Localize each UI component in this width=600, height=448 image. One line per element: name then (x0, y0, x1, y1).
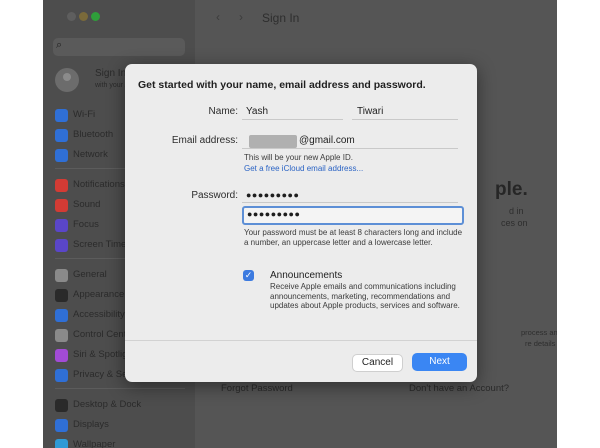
background-text: ces on (501, 218, 528, 228)
sidebar-separator (55, 388, 185, 389)
announcements-description: Receive Apple emails and communications … (270, 282, 460, 311)
last-name-field[interactable]: Tiwari (357, 106, 383, 117)
email-redacted-blur (249, 135, 297, 148)
search-icon: ⌕ (56, 39, 63, 51)
wi-fi-icon (55, 109, 68, 122)
zoom-window-button[interactable] (91, 12, 100, 21)
sound-icon (55, 199, 68, 212)
siri-spotlight-icon (55, 349, 68, 362)
window-title: Sign In (262, 11, 300, 25)
last-name-underline (352, 119, 458, 120)
wallpaper-icon (55, 439, 68, 448)
sidebar-item-label: Wallpaper (73, 439, 116, 448)
password-label: Password: (191, 190, 238, 201)
sidebar-item-label: Sound (73, 199, 101, 210)
forward-icon[interactable]: › (239, 10, 243, 24)
icloud-email-link[interactable]: Get a free iCloud email address... (244, 164, 363, 173)
cancel-button[interactable]: Cancel (352, 354, 403, 372)
screen-time-icon (55, 239, 68, 252)
forgot-password-link[interactable]: Forgot Password (221, 383, 293, 394)
email-label: Email address: (171, 135, 238, 146)
desktop-dock-icon (55, 399, 68, 412)
privacy-security-icon (55, 369, 68, 382)
verify-password-field[interactable]: ●●●●●●●●● (242, 206, 464, 225)
displays-icon (55, 419, 68, 432)
search-input[interactable]: ⌕ (53, 38, 185, 56)
background-note: re details (525, 339, 556, 348)
email-field[interactable]: @gmail.com (299, 135, 355, 146)
background-headline: ple. (495, 179, 528, 200)
sidebar-item-label: Wi-Fi (73, 109, 96, 120)
verify-password-value: ●●●●●●●●● (247, 209, 301, 219)
sidebar-item-label: Displays (73, 419, 109, 430)
avatar (55, 68, 79, 92)
password-hint: Your password must be at least 8 charact… (244, 228, 463, 247)
notifications-icon (55, 179, 68, 192)
create-account-link[interactable]: Don't have an Account? (409, 383, 509, 394)
sidebar-item-label: Accessibility (73, 309, 125, 320)
email-underline (242, 148, 458, 149)
back-icon[interactable]: ‹ (216, 10, 220, 24)
sidebar-item-displays[interactable]: Displays (55, 418, 195, 434)
sidebar-item-label: Appearance (73, 289, 125, 300)
next-button[interactable]: Next (412, 353, 467, 371)
name-label: Name: (208, 106, 238, 117)
password-field[interactable]: ●●●●●●●●● (246, 190, 299, 200)
sidebar-item-label: Desktop & Dock (73, 399, 142, 410)
background-note: process and (521, 328, 557, 337)
account-title: Sign In (95, 68, 127, 79)
control-centre-icon (55, 329, 68, 342)
announcements-checkbox[interactable]: ✓ (243, 270, 254, 281)
sidebar-item-label: Notifications (73, 179, 125, 190)
sidebar-item-wallpaper[interactable]: Wallpaper (55, 438, 195, 448)
sidebar-item-label: Network (73, 149, 108, 160)
appearance-icon (55, 289, 68, 302)
email-note: This will be your new Apple ID. (244, 153, 353, 162)
minimize-window-button[interactable] (79, 12, 88, 21)
first-name-underline (242, 119, 343, 120)
focus-icon (55, 219, 68, 232)
close-window-button[interactable] (67, 12, 76, 21)
sidebar-item-label: General (73, 269, 107, 280)
sidebar-item-label: Focus (73, 219, 99, 230)
first-name-field[interactable]: Yash (246, 106, 268, 117)
bluetooth-icon (55, 129, 68, 142)
background-text: d in (509, 206, 524, 216)
sidebar-item-desktop-dock[interactable]: Desktop & Dock (55, 398, 195, 414)
sign-up-sheet: Get started with your name, email addres… (125, 64, 477, 382)
sidebar-item-label: Bluetooth (73, 129, 114, 140)
network-icon (55, 149, 68, 162)
password-underline (242, 202, 458, 203)
sheet-title: Get started with your name, email addres… (138, 79, 426, 91)
announcements-title: Announcements (270, 270, 343, 281)
general-icon (55, 269, 68, 282)
sidebar-item-label: Screen Time (73, 239, 127, 250)
footer-divider (125, 340, 477, 341)
accessibility-icon (55, 309, 68, 322)
